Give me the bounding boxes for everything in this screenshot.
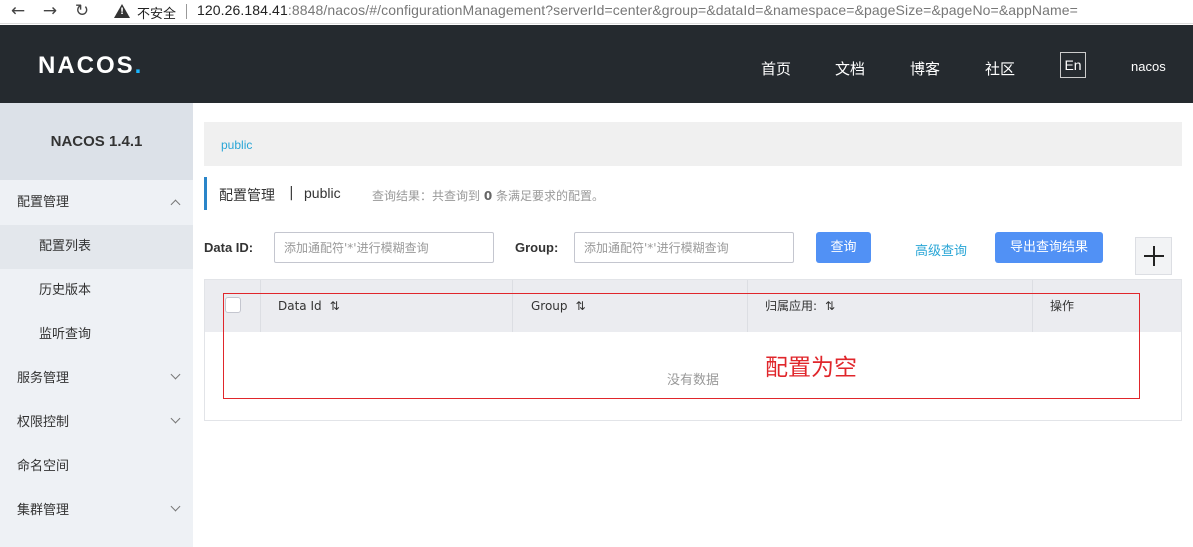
query-result-suffix: 条满足要求的配置。 xyxy=(496,189,605,203)
nav-community[interactable]: 社区 xyxy=(985,58,1015,79)
forward-arrow-icon[interactable]: → xyxy=(38,0,62,24)
add-config-button[interactable] xyxy=(1135,237,1172,275)
namespace-bar: public xyxy=(204,122,1182,166)
top-header: NACOS. 首页 文档 博客 社区 En nacos xyxy=(0,25,1193,103)
dataid-label: Data ID: xyxy=(204,240,254,255)
chevron-down-icon xyxy=(170,413,181,424)
sidebar-item-cluster-management[interactable]: 集群管理 xyxy=(0,489,193,533)
nav-docs[interactable]: 文档 xyxy=(835,58,865,79)
dataid-input[interactable] xyxy=(274,232,494,263)
reload-icon[interactable]: ↻ xyxy=(70,0,94,24)
sidebar: NACOS 1.4.1 配置管理 配置列表 历史版本 监听查询 服务管理 权限控… xyxy=(0,103,193,547)
group-label: Group: xyxy=(515,240,559,255)
query-result-summary: 查询结果：共查询到 0 条满足要求的配置。 xyxy=(372,187,604,204)
export-results-button[interactable]: 导出查询结果 xyxy=(995,232,1103,263)
advanced-query-link[interactable]: 高级查询 xyxy=(915,240,967,259)
nav-blog[interactable]: 博客 xyxy=(910,58,940,79)
title-accent-bar xyxy=(204,177,207,210)
url-host: 120.26.184.41 xyxy=(197,2,288,18)
sidebar-item-label: 配置列表 xyxy=(39,239,92,254)
back-arrow-icon[interactable]: ← xyxy=(6,0,30,24)
user-menu[interactable]: nacos xyxy=(1131,59,1166,74)
page-title: 配置管理 xyxy=(219,188,275,204)
url-divider xyxy=(186,4,187,19)
chevron-down-icon xyxy=(170,501,181,512)
sidebar-item-service-management[interactable]: 服务管理 xyxy=(0,357,193,401)
sidebar-item-config-management[interactable]: 配置管理 xyxy=(0,181,193,225)
sidebar-item-label: 配置管理 xyxy=(17,195,70,210)
logo-text: NACOS xyxy=(38,52,135,79)
query-result-count: 0 xyxy=(483,189,493,203)
sidebar-item-label: 命名空间 xyxy=(17,459,70,474)
chevron-down-icon xyxy=(170,369,181,380)
security-status-label[interactable]: 不安全 xyxy=(137,3,176,22)
logo-dot: . xyxy=(134,52,144,79)
nacos-logo[interactable]: NACOS. xyxy=(38,52,143,80)
sidebar-item-label: 历史版本 xyxy=(39,283,92,298)
annotation-text: 配置为空 xyxy=(765,355,857,381)
sidebar-item-label: 集群管理 xyxy=(17,503,70,518)
chevron-up-icon xyxy=(170,199,181,210)
warning-icon[interactable] xyxy=(114,4,130,18)
namespace-link-public[interactable]: public xyxy=(221,138,252,152)
sidebar-item-label: 权限控制 xyxy=(17,415,70,430)
title-namespace: public xyxy=(304,185,341,201)
sidebar-item-config-list[interactable]: 配置列表 xyxy=(0,225,193,269)
language-toggle-button[interactable]: En xyxy=(1060,52,1086,78)
sidebar-item-history[interactable]: 历史版本 xyxy=(0,269,193,313)
sidebar-header: NACOS 1.4.1 xyxy=(0,103,193,180)
annotation-highlight-box xyxy=(223,293,1140,399)
sidebar-item-listener-query[interactable]: 监听查询 xyxy=(0,313,193,357)
sidebar-item-namespace[interactable]: 命名空间 xyxy=(0,445,193,489)
url-path: :8848/nacos/#/configurationManagement?se… xyxy=(287,2,1078,18)
search-button[interactable]: 查询 xyxy=(816,232,871,263)
url-text[interactable]: 120.26.184.41:8848/nacos/#/configuration… xyxy=(197,2,1078,18)
query-result-prefix: 查询结果：共查询到 xyxy=(372,189,481,203)
title-separator: | xyxy=(289,185,294,201)
browser-address-bar: ← → ↻ 不安全 120.26.184.41:8848/nacos/#/con… xyxy=(0,0,1193,24)
group-input[interactable] xyxy=(574,232,794,263)
sidebar-item-access-control[interactable]: 权限控制 xyxy=(0,401,193,445)
sidebar-item-label: 监听查询 xyxy=(39,327,92,342)
sidebar-title: NACOS 1.4.1 xyxy=(50,133,143,150)
sidebar-item-label: 服务管理 xyxy=(17,371,70,386)
nav-home[interactable]: 首页 xyxy=(761,58,791,79)
